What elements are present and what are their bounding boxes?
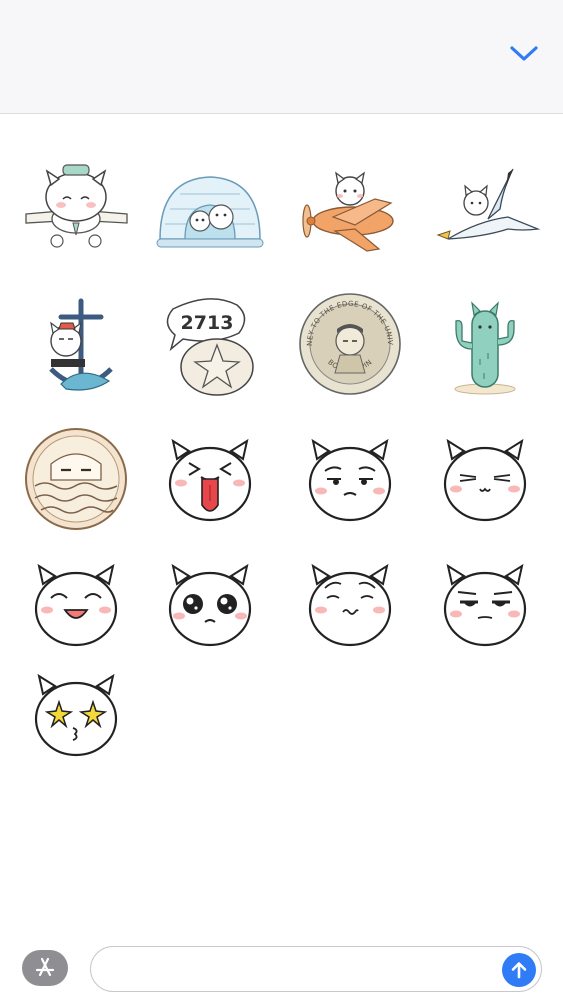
chevron-down-icon bbox=[510, 46, 538, 61]
message-field[interactable] bbox=[90, 946, 542, 992]
messages-app-header bbox=[0, 0, 563, 114]
collapse-button[interactable] bbox=[504, 36, 544, 72]
sticker-devil-cactus[interactable] bbox=[425, 289, 545, 399]
sticker-devil-tongue-out[interactable] bbox=[150, 424, 270, 534]
sticker-bubble-text: 2713 bbox=[181, 312, 234, 334]
message-input[interactable] bbox=[107, 955, 491, 985]
sticker-devil-teary-eyes[interactable] bbox=[150, 549, 270, 659]
message-compose-bar bbox=[0, 934, 563, 1000]
sticker-pilot-devil-airplane[interactable] bbox=[16, 154, 136, 264]
sticker-igloo-bears[interactable] bbox=[150, 154, 270, 264]
send-arrow-icon bbox=[511, 962, 527, 979]
sticker-2713-star-bubble[interactable]: 2713 bbox=[150, 289, 270, 399]
sticker-devil-happy-smile[interactable] bbox=[16, 549, 136, 659]
app-store-icon bbox=[35, 957, 55, 977]
send-button[interactable] bbox=[502, 953, 536, 987]
sticker-grid: 2713 JOURNEY TO THE EDGE OF THE UNIVERSE… bbox=[0, 114, 563, 934]
app-store-button[interactable] bbox=[22, 950, 68, 986]
sticker-sailor-devil-anchor[interactable] bbox=[16, 289, 136, 399]
sticker-devil-coin-waves[interactable] bbox=[16, 424, 136, 534]
sticker-devil-propeller-plane[interactable] bbox=[290, 154, 410, 264]
sticker-devil-lines-eyes[interactable] bbox=[425, 424, 545, 534]
sticker-devil-bored[interactable] bbox=[425, 549, 545, 659]
sticker-devil-smug[interactable] bbox=[290, 424, 410, 534]
sticker-devil-star-eyes[interactable] bbox=[16, 659, 136, 769]
sticker-devil-seagull[interactable] bbox=[425, 154, 545, 264]
sticker-coin-edge-universe[interactable]: JOURNEY TO THE EDGE OF THE UNIVERSE BOSS… bbox=[290, 283, 410, 399]
sticker-devil-worried[interactable] bbox=[290, 549, 410, 659]
